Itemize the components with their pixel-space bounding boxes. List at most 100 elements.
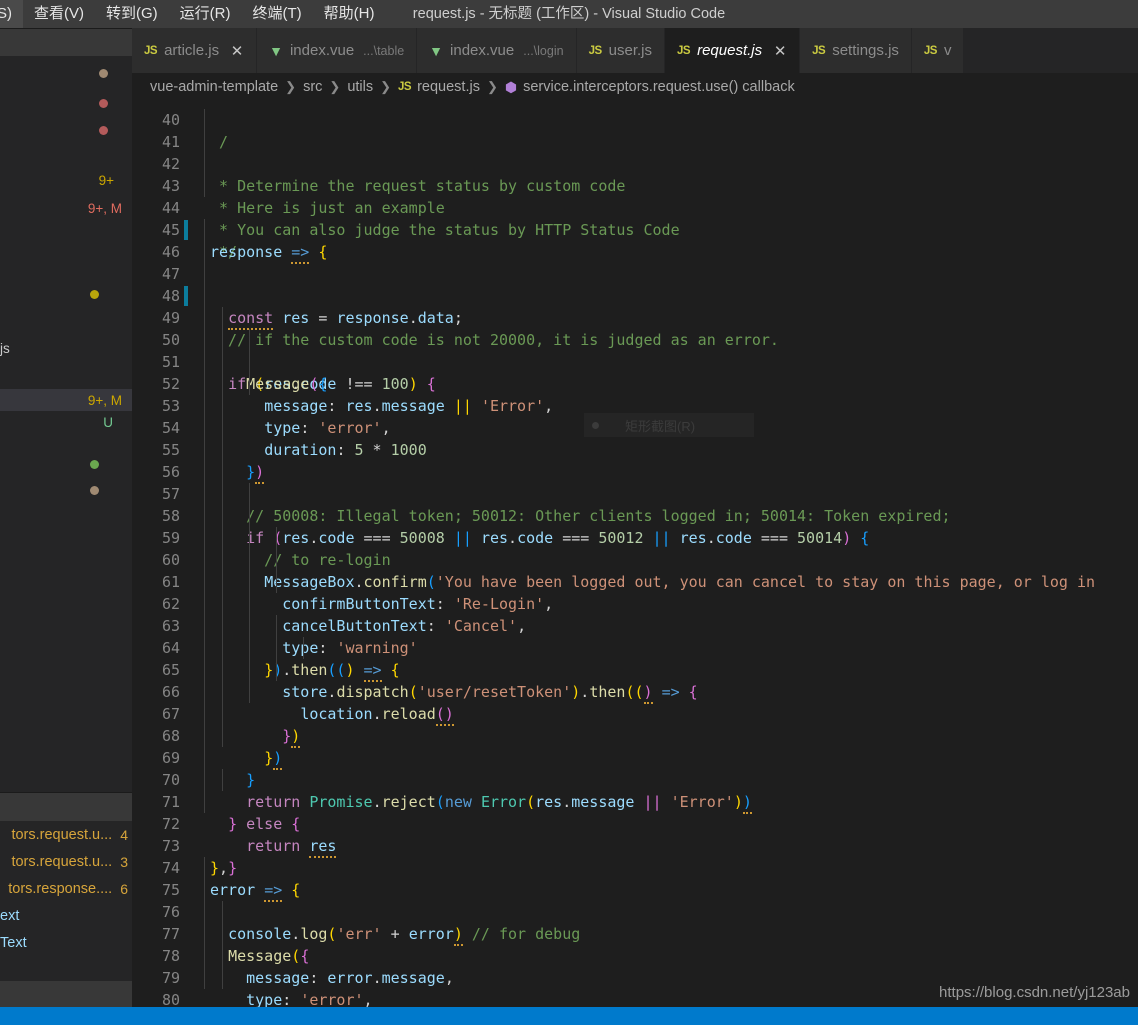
code-line[interactable]: 70 } else { [132,747,1138,833]
breadcrumb-item-symbol[interactable]: service.interceptors.request.use() callb… [523,79,795,95]
outline-panel-footer[interactable] [0,981,132,1007]
code-content[interactable]: 40 / 41 * Determine the request status b… [132,101,1138,1007]
list-item[interactable]: U [0,411,132,433]
tab-article-js[interactable]: JS article.js ✕ [132,28,258,73]
list-item[interactable]: tors.response.... 6 [0,875,132,902]
code-line[interactable]: 56 // 50008: Illegal token; 50012: Other… [132,439,1138,525]
list-item[interactable] [0,119,132,141]
menu-item-goto[interactable]: 转到(G) [95,0,169,28]
tab-request-js[interactable]: JS request.js ✕ [665,28,801,73]
menu-item-terminal[interactable]: 终端(T) [242,0,313,28]
code-line[interactable]: 47 [132,241,1138,283]
list-item[interactable]: Text [0,929,132,956]
explorer-file-list[interactable]: 9+ 9+, M js 9+, M U [0,62,132,501]
breadcrumb-item-src[interactable]: src [303,79,322,95]
code-line[interactable]: 76 Message({ [132,879,1138,965]
menu-item-help[interactable]: 帮助(H) [313,0,386,28]
chevron-right-icon: ❯ [486,79,498,94]
list-item[interactable]: js [0,337,132,359]
close-icon[interactable]: ✕ [773,42,787,60]
list-item[interactable]: ext [0,902,132,929]
code-line[interactable]: 75 console.log('err' + error) // for deb… [132,857,1138,946]
code-line[interactable]: 63 }).then(() => { [132,593,1138,682]
code-line[interactable]: 42 * Here is just an example [132,131,1138,217]
breadcrumb[interactable]: vue-admin-template ❯ src ❯ utils ❯ JS re… [132,73,1138,101]
editor-area: JS article.js ✕ ▼ index.vue ...\table ▼ … [132,28,1138,1007]
status-bar[interactable] [0,1007,1138,1025]
tab-index-vue-login[interactable]: ▼ index.vue ...\login [417,28,577,73]
code-line[interactable]: 61 cancelButtonText: 'Cancel', [132,549,1138,635]
sidebar-explorer[interactable]: 9+ 9+, M js 9+, M U tors.request.u... 4 … [0,28,132,1007]
list-item[interactable]: tors.request.u... 4 [0,821,132,848]
js-file-icon: JS [144,44,158,57]
code-line[interactable]: 79 duration: 5 * 1000 [132,945,1138,987]
outline-panel-header[interactable] [0,793,132,821]
code-line[interactable]: 73 }, [132,813,1138,877]
code-line[interactable]: 43 * You can also judge the status by HT… [132,153,1138,239]
code-line[interactable]: 51 message: res.message || 'Error', [132,329,1138,415]
menu-bar[interactable]: S) 查看(V) 转到(G) 运行(R) 终端(T) 帮助(H) [0,0,385,28]
list-item-badge: 9+, M [87,200,122,216]
symbol-icon: ⬢ [504,78,518,95]
code-line[interactable]: 71 return res [132,769,1138,858]
menu-item-file-partial[interactable]: S) [0,0,23,28]
code-line[interactable]: 65 location.reload() [132,637,1138,726]
list-item[interactable] [0,62,132,84]
code-line[interactable]: 52 type: 'error', [132,351,1138,437]
list-item[interactable] [0,283,132,305]
code-line[interactable]: 54 }) [132,395,1138,484]
code-line[interactable]: 44 */ [132,175,1138,261]
list-item[interactable]: tors.request.u... 3 [0,848,132,875]
js-file-icon: JS [677,44,691,57]
code-line[interactable]: 60 confirmButtonText: 'Re-Login', [132,527,1138,613]
code-line[interactable]: 46 const res = response.data; [132,219,1138,330]
code-line[interactable]: 45 response => { [132,197,1138,264]
explorer-section-header[interactable] [0,28,132,56]
list-item-selected[interactable]: 9+, M [0,389,132,411]
git-status-dot-icon [99,125,108,135]
code-line[interactable]: 77 message: error.message, [132,901,1138,987]
code-line[interactable]: 72 } [132,791,1138,877]
git-status-dot-icon [90,459,99,469]
code-line[interactable]: 41 * Determine the request status by cus… [132,109,1138,195]
code-line[interactable]: 62 type: 'warning' [132,571,1138,657]
js-file-icon: JS [923,44,938,57]
close-icon[interactable]: ✕ [230,42,244,60]
breadcrumb-item-project[interactable]: vue-admin-template [150,79,278,95]
code-line[interactable]: 68 } [132,703,1138,789]
list-item[interactable]: 9+, M [0,197,132,219]
code-line[interactable]: 69 return Promise.reject(new Error(res.m… [132,725,1138,814]
tab-description: ...\login [523,43,564,58]
breadcrumb-item-file[interactable]: request.js [417,79,480,95]
menu-item-view[interactable]: 查看(V) [23,0,95,28]
outline-panel[interactable]: tors.request.u... 4 tors.request.u... 3 … [0,792,132,1007]
code-line[interactable]: 55 [132,417,1138,459]
code-line[interactable]: 57 if (res.code === 50008 || res.code ==… [132,461,1138,547]
code-line[interactable]: 64 store.dispatch('user/resetToken').the… [132,615,1138,704]
code-line[interactable]: 48 // if the custom code is not 20000, i… [132,263,1138,349]
code-line[interactable]: 59 MessageBox.confirm('You have been log… [132,505,1138,591]
breadcrumb-item-utils[interactable]: utils [347,79,373,95]
code-line[interactable]: 50 Message({ [132,307,1138,393]
code-line[interactable]: 58 // to re-login [132,483,1138,569]
list-item[interactable] [0,453,132,475]
code-line[interactable]: 40 / [132,101,1138,151]
tab-overflow-js[interactable]: JS v [911,28,965,73]
menu-item-run[interactable]: 运行(R) [169,0,242,28]
code-line[interactable]: 66 }) [132,659,1138,748]
list-item[interactable] [0,92,132,114]
code-line[interactable]: 74 error => { [132,835,1138,902]
tab-index-vue-table[interactable]: ▼ index.vue ...\table [257,28,418,73]
code-line[interactable]: 67 }) [132,681,1138,770]
tab-settings-js[interactable]: JS settings.js [800,28,912,73]
list-item[interactable] [0,479,132,501]
code-line[interactable]: 80 }) [132,967,1138,1007]
code-line[interactable]: 78 type: 'error', [132,923,1138,1007]
outline-item-label: tors.request.u... [11,826,113,843]
list-item[interactable]: 9+ [0,169,132,191]
editor-tab-bar[interactable]: JS article.js ✕ ▼ index.vue ...\table ▼ … [132,28,1138,73]
code-line[interactable]: 53 duration: 5 * 1000 [132,373,1138,459]
code-line[interactable]: 49 if (res.code !== 100) { [132,285,1138,393]
tab-user-js[interactable]: JS user.js [576,28,665,73]
code-editor[interactable]: 40 / 41 * Determine the request status b… [132,101,1138,1007]
